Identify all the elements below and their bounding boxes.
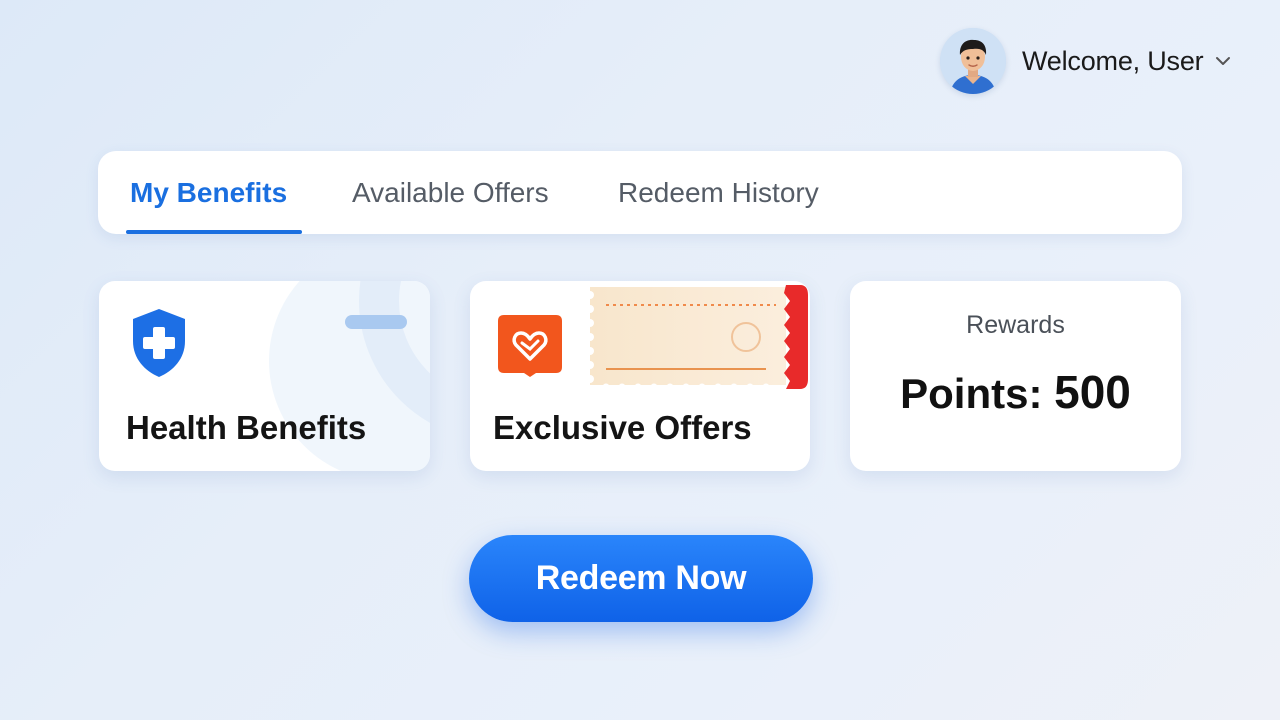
card-title: Exclusive Offers <box>493 409 752 446</box>
exclusive-offers-card[interactable]: Exclusive Offers <box>470 281 810 471</box>
points-prefix: Points: <box>900 370 1055 417</box>
tab-available-offers[interactable]: Available Offers <box>352 151 549 234</box>
shield-plus-icon <box>133 309 185 377</box>
rewards-label: Rewards <box>966 311 1065 339</box>
points-value: 500 <box>1054 366 1131 418</box>
tab-label: My Benefits <box>130 176 288 208</box>
chevron-down-icon[interactable] <box>1215 52 1233 70</box>
points-display: Points: 500 <box>850 365 1181 419</box>
active-tab-indicator <box>126 230 302 234</box>
tab-label: Redeem History <box>618 176 819 208</box>
health-benefits-card[interactable]: Health Benefits <box>99 281 430 471</box>
tab-bar: My Benefits Available Offers Redeem Hist… <box>98 151 1182 234</box>
tab-redeem-history[interactable]: Redeem History <box>618 151 819 234</box>
welcome-text: Welcome, User <box>1022 45 1204 76</box>
redeem-now-button[interactable]: Redeem Now <box>469 535 813 622</box>
tab-label: Available Offers <box>352 176 549 208</box>
offer-badge-icon <box>498 315 562 377</box>
card-title: Health Benefits <box>126 409 367 446</box>
user-avatar-icon[interactable] <box>940 28 1006 94</box>
user-menu[interactable]: Welcome, User <box>940 26 1233 96</box>
decorative-pill <box>345 315 407 329</box>
tab-my-benefits[interactable]: My Benefits <box>130 151 287 234</box>
ticket-icon <box>586 285 808 391</box>
rewards-points-card: Rewards Points: 500 <box>850 281 1181 471</box>
